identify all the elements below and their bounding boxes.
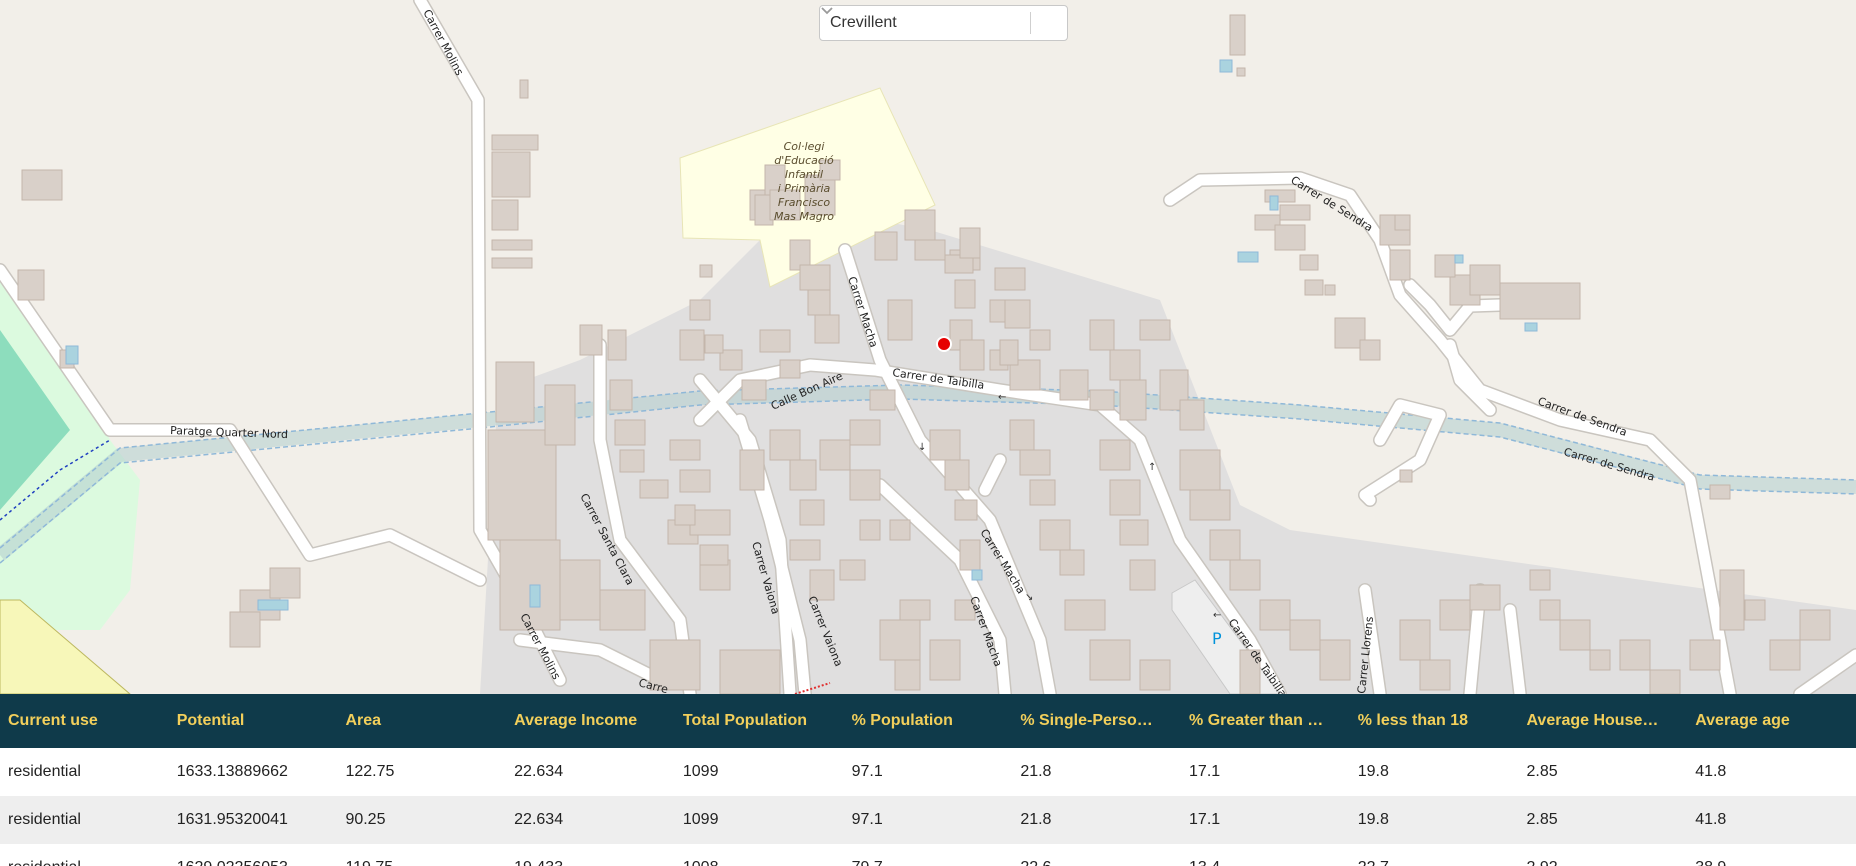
svg-text:Col·legi: Col·legi: [784, 140, 825, 153]
table-cell: 119.75: [337, 844, 506, 866]
svg-text:i Primària: i Primària: [778, 182, 831, 195]
svg-text:↑: ↑: [1148, 462, 1156, 473]
table-header-row: Current use Potential Area Average Income To…: [0, 694, 1856, 748]
table-cell: 1629.02256053: [169, 844, 338, 866]
table-cell: 1099: [682, 763, 719, 780]
attributes-table: Current use Potential Area Average Income To…: [0, 694, 1856, 866]
map-view[interactable]: ← ↑ ↓ ↘ ← Col·legi d'Educació Infantil i Pri…: [0, 0, 1856, 694]
column-header[interactable]: Total Population: [674, 694, 844, 748]
table-row[interactable]: residential 1631.95320041 90.25 22.634 1099 9…: [0, 796, 1856, 844]
parking-icon: P: [1212, 629, 1222, 648]
table-cell: 1099: [674, 796, 844, 844]
table-row[interactable]: residential1629.02256053119.7519.4331008…: [0, 844, 1856, 866]
table-cell: 19.433: [506, 844, 675, 866]
city-select-value: Crevillent: [830, 14, 897, 31]
dropdown-separator: [1030, 12, 1031, 34]
table-cell: 1631.95320041: [168, 796, 338, 844]
svg-text:↓: ↓: [918, 442, 926, 453]
table-cell: residential: [0, 844, 169, 866]
table-cell: 79.7: [844, 844, 1013, 866]
svg-text:d'Educació: d'Educació: [774, 154, 834, 167]
svg-text:↘: ↘: [1025, 592, 1033, 603]
column-header[interactable]: % Single-Perso…: [1012, 694, 1182, 748]
column-header[interactable]: Average age: [1687, 694, 1856, 748]
table-row[interactable]: residential 1633.13889662 122.75 22.634 1099…: [0, 748, 1856, 796]
column-header[interactable]: Average House…: [1518, 694, 1688, 748]
table-cell: residential: [8, 763, 81, 780]
svg-text:←: ←: [1213, 610, 1221, 621]
svg-text:Mas Magro: Mas Magro: [774, 210, 834, 223]
column-header[interactable]: % Population: [843, 694, 1013, 748]
table-cell: 1008: [675, 844, 844, 866]
table-cell: 22.6: [1012, 844, 1181, 866]
table-cell: 21.8: [1012, 796, 1182, 844]
table-cell: residential: [0, 796, 169, 844]
table-cell: 97.1: [851, 763, 883, 780]
table-cell: 13.4: [1181, 844, 1350, 866]
table-cell: 41.8: [1687, 796, 1856, 844]
table-cell: 90.25: [337, 796, 507, 844]
table-cell: 2.92: [1518, 844, 1687, 866]
city-select[interactable]: Crevillent: [819, 5, 1068, 41]
table-cell: 22.634: [514, 763, 564, 780]
table-cell: 17.1: [1181, 796, 1350, 844]
column-header[interactable]: % Greater than …: [1181, 694, 1350, 748]
column-header[interactable]: % less than 18: [1349, 694, 1519, 748]
table-cell: 19.8: [1349, 796, 1519, 844]
selected-location-marker: [936, 336, 952, 352]
table-cell: 19.8: [1357, 763, 1389, 780]
table-cell: 2.85: [1526, 763, 1558, 780]
table-cell: 22.7: [1350, 844, 1519, 866]
table-cell: 2.85: [1518, 796, 1688, 844]
table-cell: 41.8: [1695, 763, 1727, 780]
table-cell: 22.634: [506, 796, 675, 844]
svg-text:←: ←: [998, 392, 1006, 403]
svg-text:Francisco: Francisco: [778, 196, 830, 209]
svg-text:Infantil: Infantil: [785, 168, 823, 181]
table-cell: 21.8: [1020, 763, 1052, 780]
table-cell: 122.75: [345, 763, 395, 780]
table-cell: 97.1: [843, 796, 1013, 844]
column-header[interactable]: Average Income: [506, 694, 675, 748]
table-cell: 17.1: [1189, 763, 1221, 780]
column-header[interactable]: Potential: [168, 694, 338, 748]
column-header[interactable]: Current use: [0, 694, 169, 748]
table-cell: 1633.13889662: [176, 763, 288, 780]
column-header[interactable]: Area: [337, 694, 507, 748]
table-cell: 38.9: [1687, 844, 1856, 866]
